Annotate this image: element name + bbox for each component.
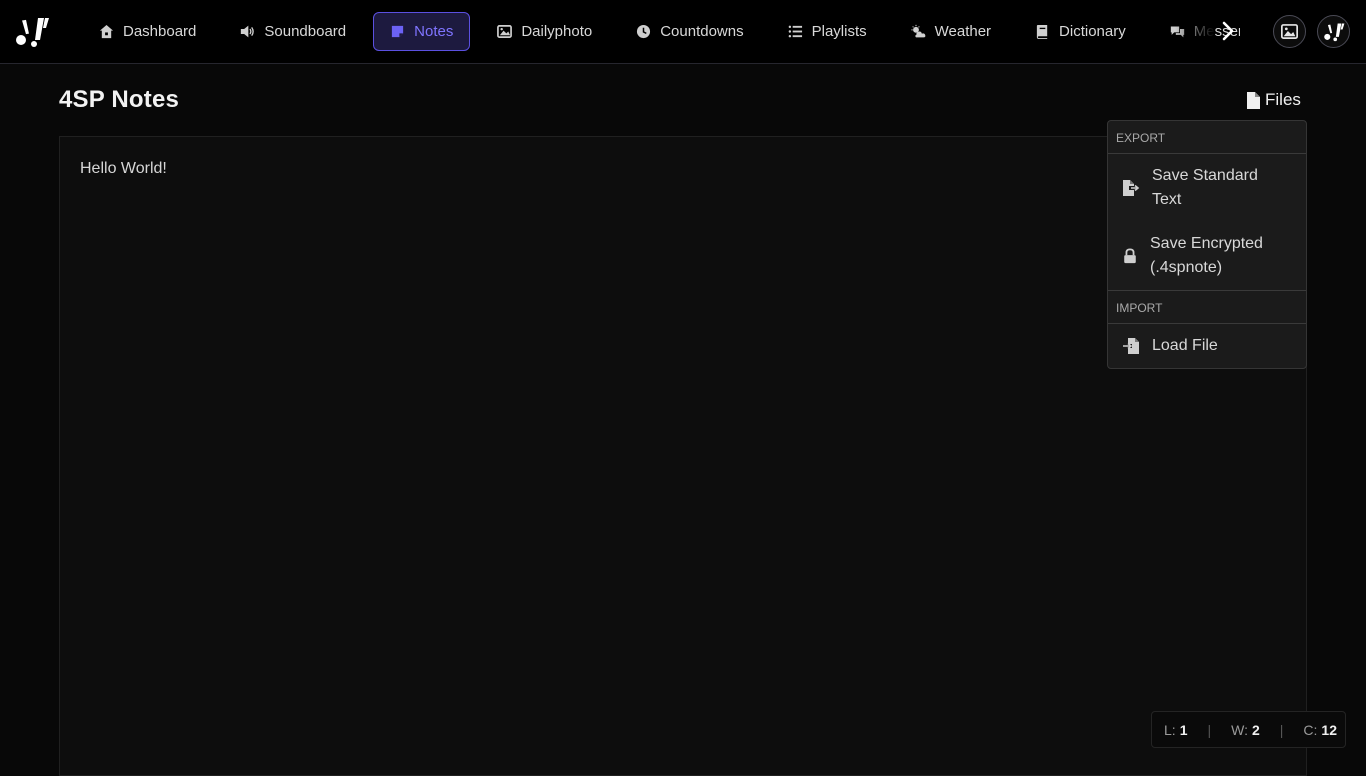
app-logo-icon[interactable]	[14, 16, 50, 48]
weather-icon	[911, 24, 925, 38]
main-nav: Dashboard Soundboard Notes Dailyphoto Co…	[82, 12, 1240, 51]
nav-item-label: Dictionary	[1059, 23, 1126, 40]
nav-item-label: Dashboard	[123, 23, 197, 40]
nav-item-notes[interactable]: Notes	[373, 12, 471, 51]
page-title: 4SP Notes	[59, 86, 180, 113]
files-dropdown-menu: EXPORT Save Standard Text Save Encrypted…	[1107, 120, 1307, 369]
file-import-icon	[1123, 338, 1139, 354]
export-section-label: EXPORT	[1108, 121, 1306, 154]
home-icon	[99, 24, 114, 39]
stats-separator: |	[1279, 721, 1284, 738]
nav-item-label: Countdowns	[660, 23, 744, 40]
nav-item-countdowns[interactable]: Countdowns	[619, 12, 760, 51]
top-navbar: Dashboard Soundboard Notes Dailyphoto Co…	[0, 0, 1366, 64]
chars-count: 12	[1321, 721, 1337, 738]
nav-item-label: Weather	[934, 23, 992, 40]
save-encrypted-line2: (.4spnote)	[1150, 259, 1223, 276]
photo-widget-button[interactable]	[1273, 15, 1306, 48]
nav-item-label: Notes	[414, 23, 454, 40]
profile-avatar-button[interactable]	[1317, 15, 1350, 48]
nav-item-label: Soundboard	[264, 23, 347, 40]
lock-icon	[1124, 248, 1136, 264]
list-icon	[788, 25, 802, 38]
nav-item-label: Dailyphoto	[521, 23, 593, 40]
load-file-item[interactable]: Load File	[1122, 334, 1218, 358]
image-icon	[497, 25, 513, 38]
lines-count: 1	[1179, 721, 1188, 738]
nav-item-dictionary[interactable]: Dictionary	[1018, 12, 1143, 51]
nav-item-playlists[interactable]: Playlists	[771, 12, 884, 51]
image-icon	[1281, 24, 1298, 39]
save-standard-text-item[interactable]: Save Standard Text	[1122, 164, 1258, 212]
nav-item-dailyphoto[interactable]: Dailyphoto	[480, 12, 609, 51]
speaker-icon	[241, 25, 255, 38]
files-menu-button[interactable]: Files	[1246, 90, 1301, 110]
chars-label: C:	[1303, 721, 1318, 738]
words-count: 2	[1251, 721, 1260, 738]
nav-item-soundboard[interactable]: Soundboard	[223, 12, 363, 51]
load-file-label: Load File	[1152, 337, 1218, 354]
note-icon	[392, 25, 404, 38]
nav-item-dashboard[interactable]: Dashboard	[82, 12, 213, 51]
nav-item-label: Playlists	[811, 23, 867, 40]
file-export-icon	[1123, 180, 1140, 196]
app-logo-icon	[1323, 22, 1344, 41]
nav-fade-overlay	[1175, 12, 1215, 51]
note-stats-bar: L: 1 | W: 2 | C: 12	[1151, 711, 1346, 748]
nav-item-weather[interactable]: Weather	[894, 12, 1008, 51]
chevron-right-icon[interactable]	[1218, 19, 1238, 43]
stats-separator: |	[1207, 721, 1212, 738]
save-standard-line2: Text	[1152, 191, 1182, 208]
save-encrypted-item[interactable]: Save Encrypted (.4spnote)	[1122, 232, 1263, 280]
note-content[interactable]: Hello World!	[80, 160, 167, 178]
files-button-label: Files	[1265, 90, 1301, 109]
save-standard-line1: Save Standard	[1152, 167, 1258, 184]
book-icon	[1036, 24, 1048, 39]
words-label: W:	[1231, 721, 1248, 738]
clock-icon	[637, 24, 651, 39]
file-icon	[1247, 91, 1260, 109]
lines-label: L:	[1164, 721, 1176, 738]
import-section-label: IMPORT	[1108, 291, 1306, 324]
save-encrypted-line1: Save Encrypted	[1150, 235, 1263, 252]
